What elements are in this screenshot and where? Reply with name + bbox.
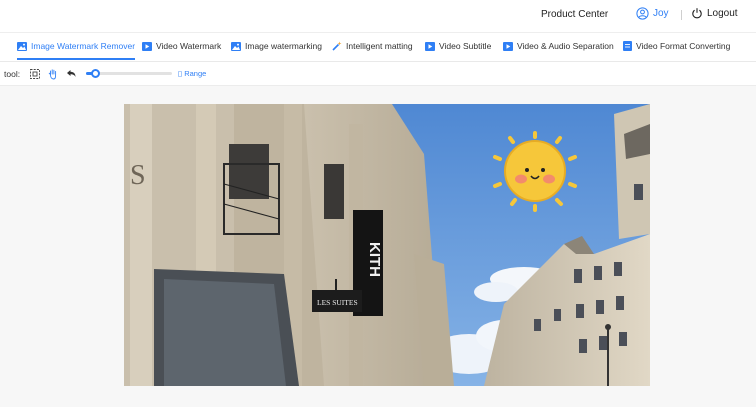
user-menu[interactable]: Joy — [636, 7, 669, 20]
street-photo: S KITH LES SUITES — [124, 104, 650, 386]
logout-button[interactable]: Logout — [691, 7, 738, 19]
select-rect-icon[interactable] — [29, 68, 41, 80]
brush-size-slider[interactable] — [86, 69, 172, 78]
undo-icon[interactable] — [65, 68, 77, 80]
tool-label: tool: — [4, 69, 21, 79]
tab-label: Intelligent matting — [346, 41, 413, 51]
kith-sign: KITH — [366, 242, 383, 277]
les-suites-sign: LES SUITES — [317, 298, 358, 307]
image-canvas[interactable]: S KITH LES SUITES — [124, 104, 650, 386]
tab-label: Image Watermark Remover — [31, 41, 136, 51]
magic-wand-icon — [332, 41, 342, 51]
feature-tabs: Image Watermark Remover Video Watermark … — [0, 32, 756, 62]
tab-video-subtitle[interactable]: Video Subtitle — [425, 41, 491, 51]
wall-letter: S — [130, 160, 146, 191]
power-icon — [692, 8, 702, 19]
tab-label: Video Format Converting — [636, 41, 731, 51]
tab-label: Video Watermark — [156, 41, 222, 51]
header-divider — [681, 10, 682, 20]
slider-handle[interactable] — [91, 69, 100, 78]
video-icon — [503, 41, 513, 51]
product-center-link[interactable]: Product Center — [541, 9, 608, 20]
tab-video-format-converting[interactable]: Video Format Converting — [623, 41, 730, 51]
tab-video-audio-separation[interactable]: Video & Audio Separation — [503, 41, 614, 51]
user-name: Joy — [653, 8, 669, 19]
video-icon — [425, 41, 435, 51]
video-icon — [142, 41, 152, 51]
user-avatar-icon — [636, 7, 649, 20]
top-bar: Product Center Joy Logout — [0, 0, 756, 32]
range-label: ▯ Range — [178, 69, 207, 78]
tab-intelligent-matting[interactable]: Intelligent matting — [332, 41, 413, 51]
tool-bar: tool: ▯ Range — [0, 62, 756, 86]
tab-image-watermark-remover[interactable]: Image Watermark Remover — [17, 41, 136, 60]
tab-image-watermarking[interactable]: Image watermarking — [231, 41, 322, 51]
tab-label: Image watermarking — [245, 41, 323, 51]
logout-label: Logout — [707, 7, 738, 19]
tab-label: Video Subtitle — [439, 41, 492, 51]
file-icon — [623, 41, 632, 51]
tab-label: Video & Audio Separation — [517, 41, 614, 51]
hand-icon[interactable] — [47, 68, 59, 80]
range-text: Range — [184, 69, 207, 78]
image-icon — [17, 41, 27, 51]
image-icon — [231, 41, 241, 51]
tab-video-watermark[interactable]: Video Watermark — [142, 41, 221, 51]
